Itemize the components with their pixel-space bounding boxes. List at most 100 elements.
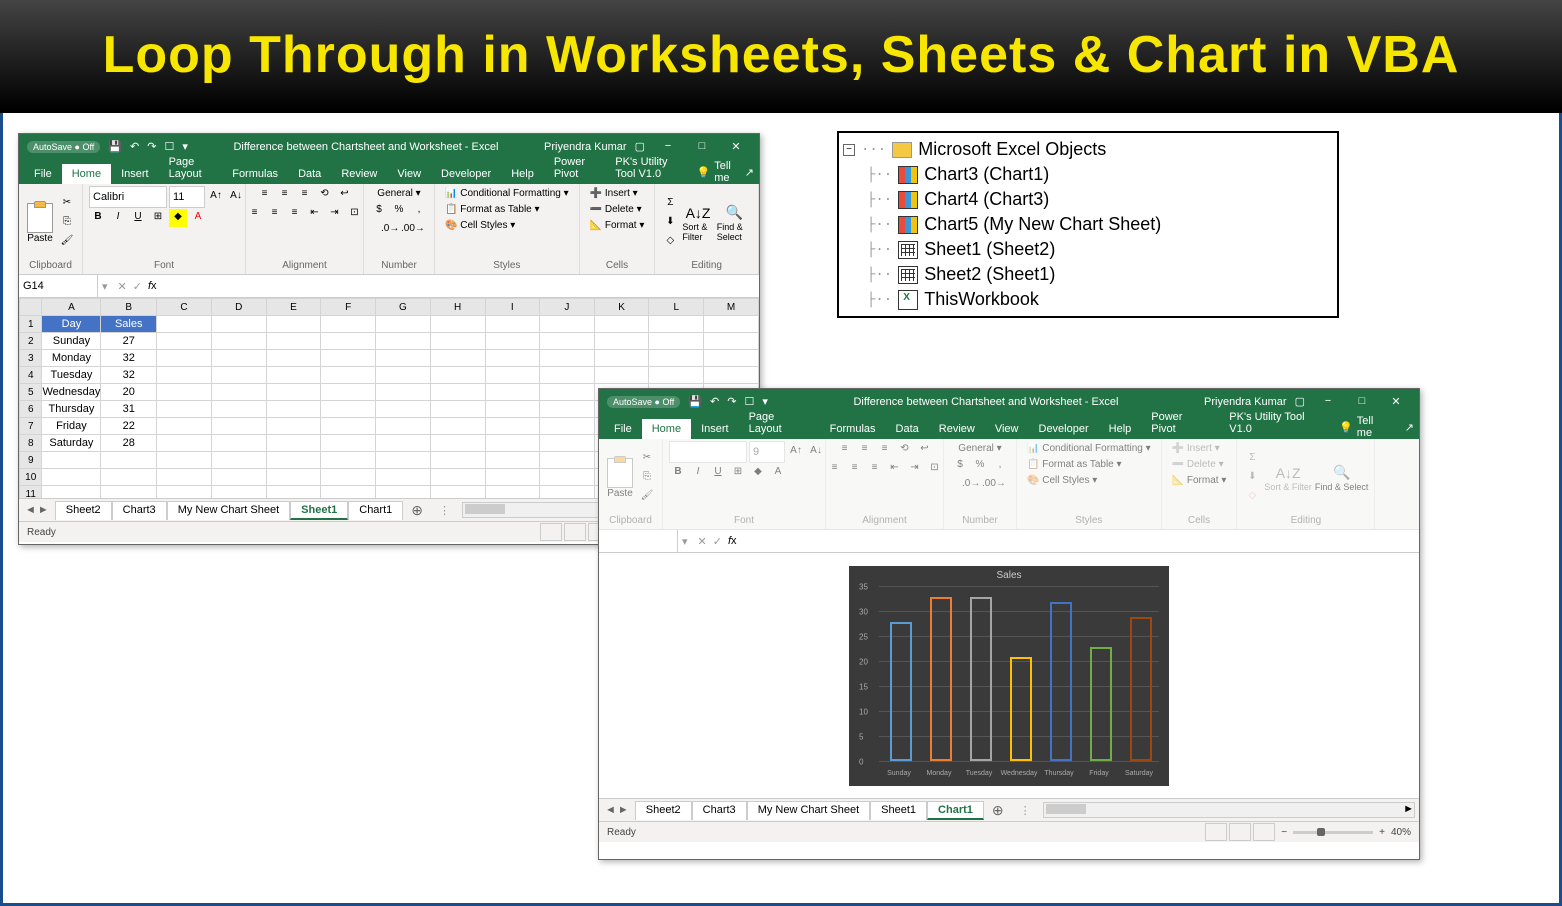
cell[interactable] [157,469,212,486]
format-cells-button[interactable]: 📐 Format ▾ [586,218,649,233]
ribbon-tab-data[interactable]: Data [288,164,331,184]
cell[interactable] [485,418,540,435]
increase-decimal-icon[interactable]: .0→ [380,221,398,239]
cell[interactable] [266,350,321,367]
autosave-toggle[interactable]: AutoSave ● Off [27,141,100,153]
cell[interactable] [430,469,485,486]
cell[interactable] [485,435,540,452]
cell[interactable] [42,469,101,486]
cell[interactable]: Sales [101,316,157,333]
sheet-tab-sheet1[interactable]: Sheet1 [290,501,348,520]
sheet-tab-sheet2[interactable]: Sheet2 [55,501,112,520]
tree-item[interactable]: ├··Chart4 (Chart3) [843,187,1333,212]
cell[interactable] [540,452,595,469]
cell[interactable]: Tuesday [42,367,101,384]
copy-icon[interactable]: ⎘ [58,214,76,232]
row-header[interactable]: 9 [20,452,42,469]
enter-icon[interactable]: ✓ [713,535,722,548]
cell[interactable] [649,367,704,384]
cell[interactable] [485,333,540,350]
chart-bar[interactable] [890,622,912,761]
cell[interactable] [321,316,376,333]
cell[interactable]: 20 [101,384,157,401]
cell[interactable] [649,333,704,350]
sheet-tab-chart1[interactable]: Chart1 [927,801,984,820]
border-button[interactable]: ⊞ [149,209,167,227]
cell[interactable] [266,452,321,469]
redo-icon[interactable]: ↷ [727,395,736,408]
row-header[interactable]: 5 [20,384,42,401]
cell[interactable] [485,452,540,469]
undo-icon[interactable]: ↶ [130,140,139,153]
page-break-view-icon[interactable] [1253,823,1275,841]
cell[interactable] [594,367,649,384]
cell[interactable]: 32 [101,367,157,384]
cell[interactable] [157,367,212,384]
cell[interactable] [321,350,376,367]
ribbon-tab-review[interactable]: Review [331,164,387,184]
align-right-icon[interactable]: ≡ [286,205,304,223]
ribbon-tab-home[interactable]: Home [62,164,111,184]
ribbon-tab-pksutilitytoolv[interactable]: PK's Utility Tool V1.0 [1219,407,1339,439]
column-header[interactable]: F [321,299,376,316]
cell[interactable] [430,435,485,452]
cell[interactable] [704,333,759,350]
underline-button[interactable]: U [129,209,147,227]
row-header[interactable]: 8 [20,435,42,452]
name-box[interactable]: G14 [19,275,98,297]
cell[interactable] [649,350,704,367]
cell[interactable] [266,469,321,486]
cell[interactable] [375,350,430,367]
cell[interactable] [157,350,212,367]
cell[interactable]: 32 [101,350,157,367]
percent-icon[interactable]: % [390,202,408,220]
chart-sheet-area[interactable]: Sales 05101520253035SundayMondayTuesdayW… [599,553,1419,798]
autosave-toggle[interactable]: AutoSave ● Off [607,396,680,408]
cell[interactable] [211,435,266,452]
column-header[interactable]: G [375,299,430,316]
normal-view-icon[interactable] [540,523,562,541]
cell[interactable] [540,486,595,499]
find-select-icon[interactable]: 🔍 [726,204,743,221]
cell[interactable] [375,401,430,418]
align-center-icon[interactable]: ≡ [266,205,284,223]
cell[interactable] [704,367,759,384]
cell[interactable]: Friday [42,418,101,435]
sheet-tab-chart3[interactable]: Chart3 [692,801,747,820]
sheet-tab-sheet2[interactable]: Sheet2 [635,801,692,820]
cell[interactable] [321,486,376,499]
tell-me-text[interactable]: Tell me [1357,415,1391,439]
cell[interactable] [430,418,485,435]
sheet-tab-chart3[interactable]: Chart3 [112,501,167,520]
cell[interactable]: 31 [101,401,157,418]
cell[interactable] [594,350,649,367]
conditional-formatting-button[interactable]: 📊 Conditional Formatting ▾ [441,186,573,201]
align-top-icon[interactable]: ≡ [256,186,274,204]
ribbon-tab-developer[interactable]: Developer [1029,419,1099,439]
formula-bar[interactable] [163,278,753,295]
tree-root[interactable]: − ··· Microsoft Excel Objects [843,137,1333,162]
font-size-select[interactable] [169,186,205,208]
cell[interactable] [321,435,376,452]
paste-button[interactable]: Paste [25,201,55,246]
format-as-table-button[interactable]: 📋 Format as Table ▾ [441,202,544,217]
cell[interactable] [704,316,759,333]
cell[interactable] [430,486,485,499]
column-header[interactable]: A [42,299,101,316]
ribbon-tab-formulas[interactable]: Formulas [222,164,288,184]
align-middle-icon[interactable]: ≡ [276,186,294,204]
cell[interactable] [375,316,430,333]
share-icon[interactable]: ↗ [745,166,754,179]
fill-icon[interactable]: ⬇ [661,214,679,232]
cell[interactable] [375,418,430,435]
cell[interactable] [649,316,704,333]
cell[interactable] [266,316,321,333]
cell[interactable] [157,486,212,499]
cancel-icon[interactable]: ✕ [698,535,707,548]
ribbon-tab-file[interactable]: File [24,164,62,184]
cell[interactable] [211,367,266,384]
column-header[interactable]: L [649,299,704,316]
sheet-tab-chart1[interactable]: Chart1 [348,501,403,520]
column-header[interactable]: J [540,299,595,316]
column-header[interactable]: B [101,299,157,316]
